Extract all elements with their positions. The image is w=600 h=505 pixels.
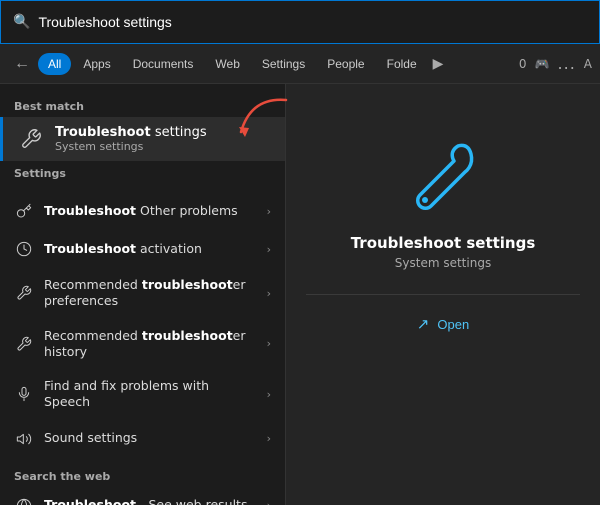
settings-label: Settings — [0, 161, 285, 184]
wrench2-icon — [14, 283, 34, 303]
list-item-recommended-prefs[interactable]: Recommended troubleshooterpreferences › — [0, 268, 285, 319]
key-icon — [14, 201, 34, 221]
list-text-troubleshoot-activation: Troubleshoot activation — [44, 241, 257, 257]
settings-items: Troubleshoot Other problems › Troublesho… — [0, 192, 285, 458]
search-web-section: Search the web Troubleshoot - See web re… — [0, 464, 285, 505]
tab-settings[interactable]: Settings — [252, 53, 315, 75]
open-button[interactable]: ↗ Open — [417, 311, 469, 337]
search-input[interactable] — [38, 14, 587, 30]
wrench-icon — [17, 125, 45, 153]
list-item-troubleshoot-activation[interactable]: Troubleshoot activation › — [0, 230, 285, 268]
tab-people[interactable]: People — [317, 53, 374, 75]
search-icon: 🔍 — [13, 14, 30, 30]
open-label: Open — [437, 317, 469, 332]
list-text-recommended-prefs: Recommended troubleshooterpreferences — [44, 277, 257, 310]
left-panel: Best match Troubleshoot settings System … — [0, 84, 285, 505]
list-text-web-search: Troubleshoot - See web results — [44, 497, 257, 505]
right-panel-icon — [403, 134, 483, 218]
chevron-icon-5: › — [267, 388, 271, 401]
tab-apps[interactable]: Apps — [73, 53, 120, 75]
avatar[interactable]: A — [584, 57, 592, 71]
main-content: Best match Troubleshoot settings System … — [0, 84, 600, 505]
wrench3-icon — [14, 334, 34, 354]
right-subtitle: System settings — [395, 256, 491, 270]
arrow-indicator — [231, 92, 296, 147]
list-item-recommended-history[interactable]: Recommended troubleshooterhistory › — [0, 319, 285, 370]
clock-icon — [14, 239, 34, 259]
chevron-icon-3: › — [267, 287, 271, 300]
list-text-sound: Sound settings — [44, 430, 257, 446]
chevron-icon-4: › — [267, 337, 271, 350]
tab-folders[interactable]: Folde — [377, 53, 427, 75]
search-bar: 🔍 — [0, 0, 600, 44]
list-text-troubleshoot-other: Troubleshoot Other problems — [44, 203, 257, 219]
list-item-web-search[interactable]: Troubleshoot - See web results › — [0, 487, 285, 505]
web-search-icon — [14, 496, 34, 505]
result-count: 0 — [519, 57, 527, 71]
chevron-icon-2: › — [267, 243, 271, 256]
list-item-sound[interactable]: Sound settings › — [0, 420, 285, 458]
right-title: Troubleshoot settings — [351, 234, 536, 252]
list-item-troubleshoot-other[interactable]: Troubleshoot Other problems › — [0, 192, 285, 230]
list-text-recommended-history: Recommended troubleshooterhistory — [44, 328, 257, 361]
more-options[interactable]: ... — [558, 54, 576, 73]
divider — [306, 294, 580, 295]
back-button[interactable]: ← — [8, 51, 36, 77]
tab-web[interactable]: Web — [205, 53, 249, 75]
list-item-speech[interactable]: Find and fix problems with Speech › — [0, 369, 285, 420]
chevron-icon-7: › — [267, 499, 271, 505]
chevron-icon: › — [267, 205, 271, 218]
play-button[interactable]: ▶ — [429, 51, 448, 76]
mic-icon — [14, 384, 34, 404]
search-web-label: Search the web — [0, 464, 285, 487]
filter-tabs: ← All Apps Documents Web Settings People… — [0, 44, 600, 84]
sound-icon — [14, 429, 34, 449]
chevron-icon-6: › — [267, 432, 271, 445]
tab-all[interactable]: All — [38, 53, 71, 75]
tab-documents[interactable]: Documents — [123, 53, 204, 75]
right-panel: Troubleshoot settings System settings ↗ … — [285, 84, 600, 505]
tab-right-controls: 0 🎮 ... A — [519, 54, 592, 73]
list-text-speech: Find and fix problems with Speech — [44, 378, 257, 411]
gamepad-icon: 🎮 — [535, 57, 550, 71]
open-icon: ↗ — [417, 315, 430, 333]
